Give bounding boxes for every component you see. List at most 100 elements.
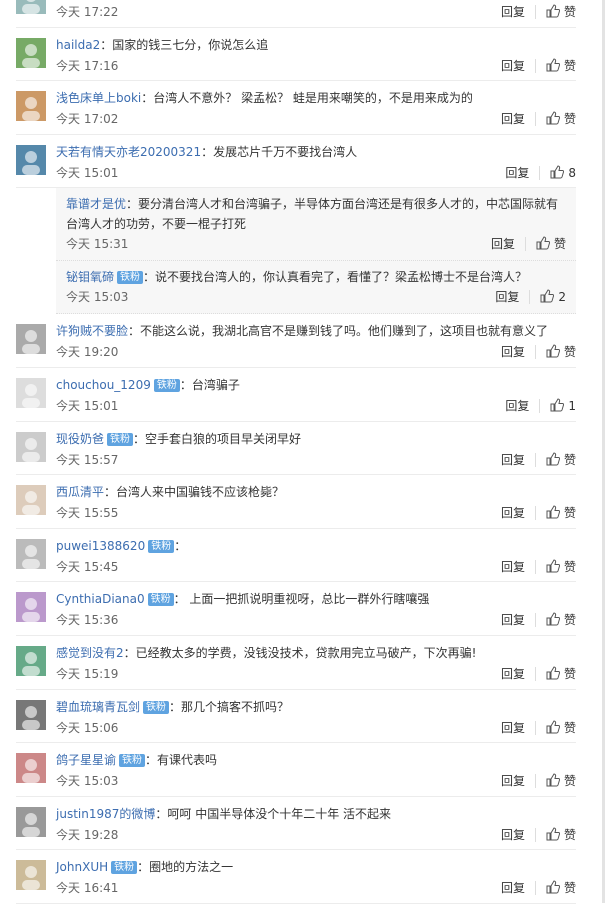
like-button[interactable]: 赞 <box>546 344 576 360</box>
comment-text: ：说不要找台湾人的，你认真看完了，看懂了？梁孟松博士不是台湾人？ <box>143 270 528 285</box>
action-divider <box>534 559 536 574</box>
avatar[interactable] <box>16 377 46 408</box>
reply-link[interactable]: 回复 <box>501 344 525 360</box>
avatar[interactable] <box>16 91 46 122</box>
reply-link[interactable]: 回复 <box>501 111 525 127</box>
reply-link[interactable]: 回复 <box>491 236 515 252</box>
timestamp: 今天 15:57 <box>56 452 119 467</box>
username[interactable]: CynthiaDiana0 <box>56 592 145 606</box>
action-divider <box>524 237 526 252</box>
reply-link[interactable]: 回复 <box>501 452 525 468</box>
avatar[interactable] <box>16 144 46 175</box>
like-button[interactable]: 1 <box>550 398 576 414</box>
username[interactable]: 碧血琉璃青瓦剑 <box>56 700 140 714</box>
reply-link[interactable]: 回复 <box>501 666 525 682</box>
like-count: 赞 <box>563 613 576 628</box>
like-count: 赞 <box>563 452 576 467</box>
comment-list: 今天 17:22 回复赞 hailda2：国家的钱三七分，你说怎么追 今天 17:16… <box>0 0 590 904</box>
username[interactable]: 感觉到没有2 <box>56 646 124 660</box>
like-button[interactable]: 赞 <box>536 236 566 252</box>
avatar[interactable] <box>16 645 46 676</box>
comment-item: justin1987的微博：呵呵 中国半导体没个十年二十年 活不起来 今天 19:… <box>16 797 576 851</box>
avatar[interactable] <box>16 37 46 68</box>
username[interactable]: 浅色床单上boki <box>56 91 141 105</box>
username[interactable]: puwei1388620 <box>56 539 145 553</box>
like-button[interactable]: 赞 <box>546 827 576 843</box>
avatar[interactable] <box>16 324 46 355</box>
like-button[interactable]: 赞 <box>546 559 576 575</box>
thumbs-up-icon <box>546 827 564 842</box>
username[interactable]: 鸽子星星谕 <box>56 753 116 767</box>
username[interactable]: 天若有情天亦老20200321 <box>56 145 201 159</box>
reply-thread: 靠谱才是优：要分清台湾人才和台湾骗子，半导体方面台湾还是有很多人才的，中芯国际就… <box>56 188 576 315</box>
avatar[interactable] <box>16 806 46 837</box>
action-divider <box>534 112 536 127</box>
avatar[interactable] <box>16 753 46 784</box>
fan-badge: 铁粉 <box>147 593 174 607</box>
action-divider <box>539 165 541 180</box>
reply-link[interactable]: 回复 <box>505 165 529 181</box>
username[interactable]: hailda2 <box>56 38 100 52</box>
like-button[interactable]: 赞 <box>546 58 576 74</box>
like-button[interactable]: 赞 <box>546 452 576 468</box>
reply-link[interactable]: 回复 <box>501 720 525 736</box>
like-button[interactable]: 赞 <box>546 666 576 682</box>
comment-actions: 回复 赞 <box>501 344 576 360</box>
username[interactable]: JohnXUH <box>56 860 108 874</box>
timestamp: 今天 19:28 <box>56 827 119 842</box>
avatar[interactable] <box>16 485 46 516</box>
like-button[interactable]: 赞 <box>546 111 576 127</box>
fan-badge: 铁粉 <box>153 378 180 392</box>
avatar[interactable] <box>16 431 46 462</box>
reply-link[interactable]: 回复 <box>501 559 525 575</box>
thumbs-up-icon <box>546 666 564 681</box>
like-button[interactable]: 赞 <box>546 880 576 896</box>
username[interactable]: justin1987的微博 <box>56 807 155 821</box>
action-divider <box>534 774 536 789</box>
username[interactable]: 许狗贼不要脸 <box>56 324 128 338</box>
like-button[interactable]: 赞 <box>546 720 576 736</box>
avatar[interactable] <box>16 0 46 14</box>
username[interactable]: chouchou_1209 <box>56 378 151 392</box>
like-count: 赞 <box>563 5 576 19</box>
avatar[interactable] <box>16 699 46 730</box>
like-count: 赞 <box>563 345 576 360</box>
avatar[interactable] <box>16 592 46 623</box>
timestamp: 今天 15:06 <box>56 720 119 735</box>
comment-item: 鸽子星星谕 铁粉 ：有课代表吗 今天 15:03 回复 赞 <box>16 743 576 797</box>
comment-item: 西瓜清平：台湾人来中国骗钱不应该枪毙？ 今天 15:55 回复 赞 <box>16 475 576 529</box>
like-button[interactable]: 赞 <box>546 4 576 20</box>
comment-text: ： <box>174 538 187 553</box>
comment-text: ：要分清台湾人才和台湾骗子，半导体方面台湾还是有很多人才的，中芯国际就有台湾人才… <box>66 197 559 232</box>
action-divider <box>539 398 541 413</box>
fan-badge: 铁粉 <box>119 754 146 768</box>
reply-link[interactable]: 回复 <box>501 773 525 789</box>
like-button[interactable]: 赞 <box>546 612 576 628</box>
thumbs-up-icon <box>546 58 564 73</box>
username[interactable]: 现役奶爸 <box>56 432 104 446</box>
reply-link[interactable]: 回复 <box>501 880 525 896</box>
username[interactable]: 西瓜清平 <box>56 485 104 499</box>
timestamp: 今天 19:20 <box>56 345 119 360</box>
fan-badge: 铁粉 <box>148 539 175 553</box>
reply-link[interactable]: 回复 <box>495 289 519 305</box>
like-button[interactable]: 赞 <box>546 505 576 521</box>
reply-link[interactable]: 回复 <box>505 398 529 414</box>
like-button[interactable]: 赞 <box>546 773 576 789</box>
avatar[interactable] <box>16 538 46 569</box>
reply-link[interactable]: 回复 <box>501 4 525 20</box>
action-divider <box>534 613 536 628</box>
like-button[interactable]: 8 <box>550 165 576 181</box>
reply-link[interactable]: 回复 <box>501 58 525 74</box>
reply-link[interactable]: 回复 <box>501 505 525 521</box>
username[interactable]: 靠谱才是优 <box>66 197 126 211</box>
reply-link[interactable]: 回复 <box>501 612 525 628</box>
comment-item: puwei1388620 铁粉： 今天 15:45 回复 赞 <box>16 529 576 583</box>
comment-actions: 回复 赞 <box>501 666 576 682</box>
like-button[interactable]: 2 <box>540 289 566 305</box>
avatar[interactable] <box>16 860 46 891</box>
comment-item: 碧血琉璃青瓦剑 铁粉 ：那几个搞客不抓吗？ 今天 15:06 回复 赞 <box>16 690 576 744</box>
action-divider <box>534 881 536 896</box>
username[interactable]: 铋钼氧碲 <box>66 270 114 284</box>
reply-link[interactable]: 回复 <box>501 827 525 843</box>
